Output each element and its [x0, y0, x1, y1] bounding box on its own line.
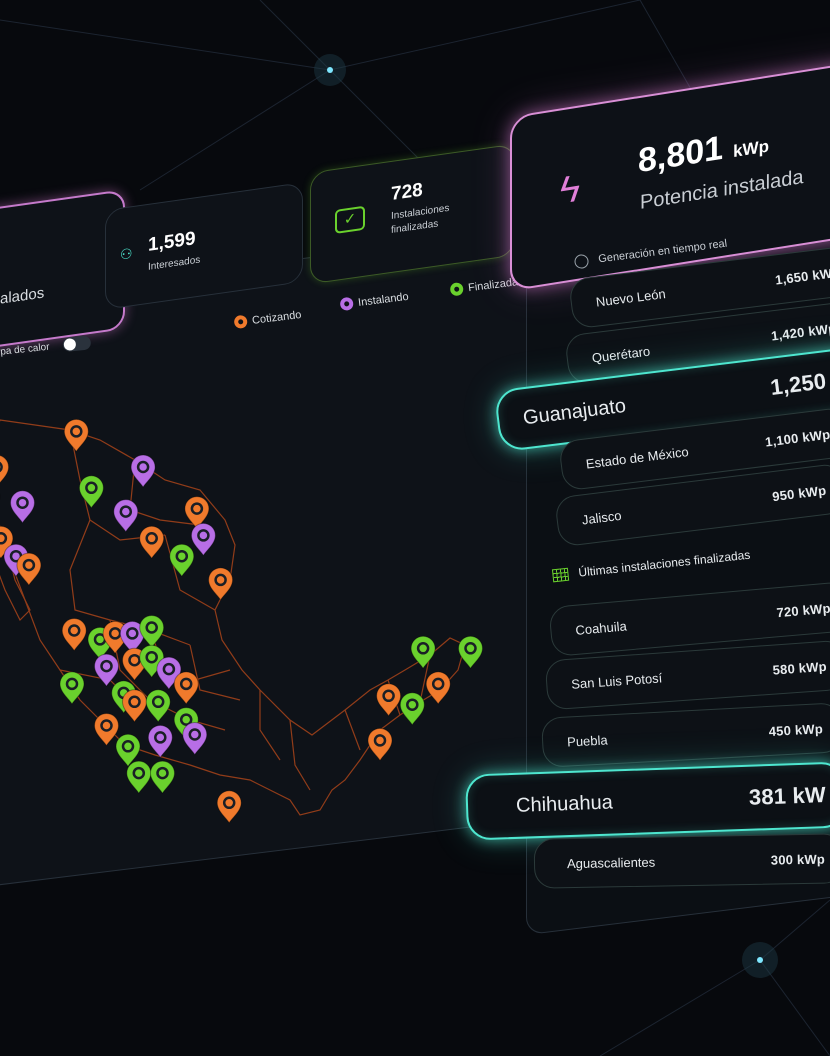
- lightning-icon: ϟ: [560, 167, 581, 213]
- instalando-map-pin[interactable]: [93, 653, 120, 688]
- state-value: 580 kWp: [772, 658, 828, 678]
- state-name: San Luis Potosí: [570, 669, 663, 692]
- heatmap-toggle[interactable]: [62, 335, 92, 353]
- finalizadas-map-pin[interactable]: [149, 760, 176, 795]
- instalando-map-pin[interactable]: [182, 722, 208, 756]
- stat-label-instalados: alados: [0, 284, 45, 308]
- state-name: Puebla: [566, 731, 608, 750]
- finalizadas-map-pin[interactable]: [169, 543, 195, 578]
- state-name: Aguascalientes: [566, 854, 656, 871]
- finalizadas-map-pin[interactable]: [145, 689, 171, 723]
- map-outline: [0, 419, 466, 816]
- state-value: 381 kW: [748, 782, 827, 810]
- state-value: 950 kWp: [771, 482, 827, 504]
- instalando-map-pin[interactable]: [190, 522, 216, 557]
- finalizadas-map-pin[interactable]: [399, 692, 425, 726]
- state-name: Jalisco: [580, 507, 623, 528]
- state-value: 300 kWp: [770, 851, 826, 868]
- state-name: Coahuila: [574, 617, 628, 638]
- cotizando-map-pin[interactable]: [121, 689, 148, 723]
- instalando-map-pin[interactable]: [9, 490, 36, 524]
- state-name: Chihuahua: [515, 791, 614, 817]
- state-value: 1,650 kWp: [774, 264, 830, 288]
- instalando-map-pin[interactable]: [130, 454, 156, 488]
- mexico-map[interactable]: [0, 370, 520, 890]
- state-value: 450 kWp: [768, 720, 824, 739]
- cotizando-map-pin[interactable]: [16, 552, 42, 587]
- cotizando-map-pin[interactable]: [367, 727, 393, 762]
- cotizando-pin-icon: [233, 314, 248, 330]
- state-name: Estado de México: [584, 443, 690, 472]
- cotizando-map-pin[interactable]: [63, 418, 89, 453]
- finalizadas-map-pin[interactable]: [59, 671, 85, 705]
- state-value: 1,250 k: [768, 366, 830, 400]
- state-value: 1,420 kWp: [770, 320, 830, 344]
- solar-panel-icon: [551, 567, 570, 582]
- state-value: 720 kWp: [775, 600, 830, 620]
- power-number: 8,801: [638, 128, 724, 181]
- state-value: 1,100 kWp: [764, 426, 830, 450]
- power-unit: kWp: [733, 136, 769, 162]
- cotizando-map-pin[interactable]: [425, 671, 451, 705]
- cotizando-map-pin[interactable]: [0, 455, 10, 487]
- cotizando-map-pin[interactable]: [93, 713, 120, 747]
- cotizando-map-pin[interactable]: [208, 567, 234, 601]
- toggle-knob: [63, 337, 77, 352]
- pins-layer: [0, 418, 484, 824]
- dashboard-scene: alados ⚇ 1,599 Interesados ✓ 728 Instala…: [0, 0, 830, 1056]
- power-value: 8,801 kWp: [638, 121, 769, 181]
- realtime-icon: [573, 253, 590, 270]
- finalizadas-pin-icon: [449, 281, 464, 297]
- cotizando-map-pin[interactable]: [376, 683, 402, 717]
- finalizadas-map-pin[interactable]: [139, 615, 165, 649]
- latest-item-chihuahua[interactable]: Chihuahua 381 kW: [464, 761, 830, 841]
- finalizadas-map-pin[interactable]: [78, 475, 104, 509]
- instalando-map-pin[interactable]: [147, 724, 173, 759]
- cotizando-map-pin[interactable]: [139, 525, 165, 560]
- finalizadas-map-pin[interactable]: [457, 635, 484, 670]
- stat-value-finalizadas: 728: [391, 179, 423, 206]
- instalando-pin-icon: [339, 296, 354, 312]
- state-name: Querétaro: [590, 343, 651, 366]
- stat-label-interesados: Interesados: [148, 254, 201, 273]
- users-icon: ⚇: [120, 245, 133, 263]
- cotizando-map-pin[interactable]: [173, 671, 199, 705]
- finalizadas-map-pin[interactable]: [126, 760, 152, 795]
- check-chat-icon: ✓: [335, 205, 365, 234]
- latest-item-aguascalientes[interactable]: Aguascalientes 300 kWp: [533, 833, 830, 889]
- instalando-map-pin[interactable]: [113, 499, 139, 533]
- cotizando-map-pin[interactable]: [61, 618, 87, 652]
- stat-value-interesados: 1,599: [148, 228, 196, 256]
- state-name: Guanajuato: [521, 394, 628, 429]
- cotizando-map-pin[interactable]: [216, 790, 242, 824]
- state-name: Nuevo León: [594, 285, 667, 310]
